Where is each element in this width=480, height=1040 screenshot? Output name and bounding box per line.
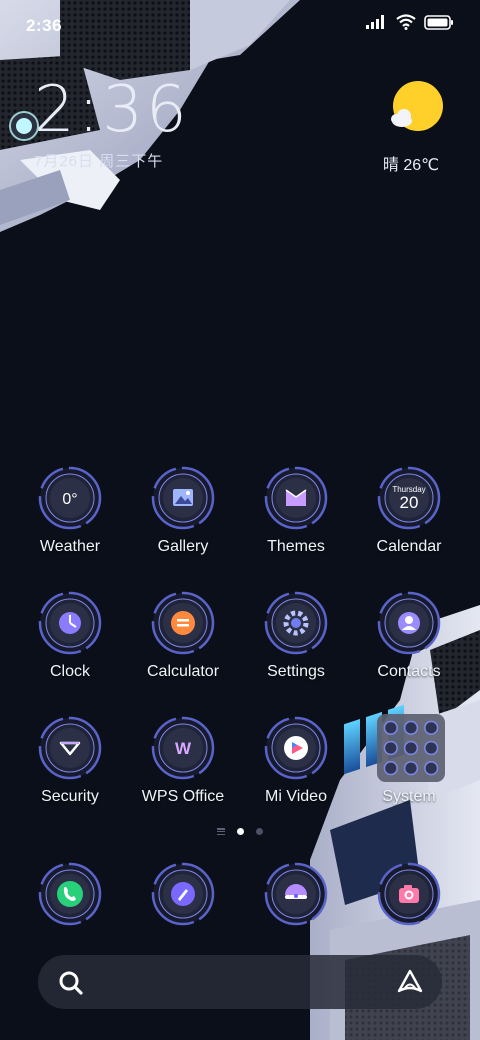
clock-widget-time: 2:36 <box>34 73 190 147</box>
dock-browser[interactable] <box>151 862 215 926</box>
assistant-icon[interactable] <box>396 968 424 996</box>
messages-icon <box>264 862 328 931</box>
weather-widget-text: 晴 26℃ <box>382 157 440 174</box>
search-icon <box>59 971 83 995</box>
svg-text:0°: 0° <box>62 491 77 508</box>
security-icon <box>38 716 102 780</box>
app-calendar[interactable]: Thursday 20 Calendar <box>352 466 466 556</box>
dock-messages[interactable] <box>264 862 328 926</box>
app-label: Settings <box>267 663 325 680</box>
wifi-icon <box>396 14 416 30</box>
app-label: System <box>382 788 436 805</box>
weather-icon: 0° <box>38 466 102 530</box>
calculator-icon <box>151 591 215 655</box>
app-label: Clock <box>49 663 90 680</box>
mi-video-icon <box>264 716 328 780</box>
app-label: WPS Office <box>141 788 225 805</box>
svg-text:W: W <box>175 739 192 758</box>
signal-icon <box>366 15 384 29</box>
app-themes[interactable]: Themes <box>239 466 353 556</box>
clock-widget[interactable]: 2:36 7月26日 周三下午 <box>34 78 190 171</box>
app-system[interactable]: System <box>352 714 466 806</box>
search-bar[interactable] <box>38 955 442 1009</box>
dock-phone[interactable] <box>38 862 102 926</box>
sunny-cloud-icon <box>391 81 443 131</box>
app-clock[interactable]: Clock <box>13 591 127 681</box>
clock-widget-date: 7月26日 周三下午 <box>34 153 164 170</box>
app-label: Calendar <box>376 538 442 555</box>
app-weather[interactable]: 0° Weather <box>13 466 127 556</box>
gallery-icon <box>151 466 215 530</box>
page-dot-active <box>237 828 244 835</box>
phone-icon <box>38 862 102 931</box>
app-label: Themes <box>267 538 325 555</box>
status-time: 2:36 <box>26 16 63 35</box>
app-gallery[interactable]: Gallery <box>126 466 240 556</box>
browser-icon <box>151 862 215 931</box>
settings-icon <box>264 591 328 655</box>
page-indicator[interactable] <box>0 828 480 835</box>
app-calculator[interactable]: Calculator <box>126 591 240 681</box>
dock-camera[interactable] <box>377 862 441 926</box>
battery-icon <box>424 14 453 30</box>
status-icons <box>366 14 454 30</box>
page-dot <box>256 828 263 835</box>
app-security[interactable]: Security <box>13 716 127 806</box>
app-mi-video[interactable]: Mi Video <box>239 716 353 806</box>
calendar-icon: Thursday 20 <box>377 466 441 530</box>
svg-text:20: 20 <box>400 493 419 512</box>
page-list-icon <box>217 828 225 835</box>
app-label: Contacts <box>377 663 441 680</box>
app-settings[interactable]: Settings <box>239 591 353 681</box>
wps-office-icon: W <box>151 716 215 780</box>
status-bar: 2:36 <box>0 0 480 52</box>
system-folder-icon <box>377 714 445 782</box>
app-label: Security <box>41 788 99 805</box>
camera-icon <box>377 862 441 931</box>
app-contacts[interactable]: Contacts <box>352 591 466 681</box>
themes-icon <box>264 466 328 530</box>
app-wps-office[interactable]: W WPS Office <box>126 716 240 806</box>
app-label: Calculator <box>146 663 220 680</box>
contacts-icon <box>377 591 441 655</box>
weather-widget[interactable]: 晴 26℃ <box>383 80 448 175</box>
app-label: Gallery <box>157 538 209 555</box>
clock-icon <box>38 591 102 655</box>
app-label: Mi Video <box>265 788 327 805</box>
app-label: Weather <box>39 538 101 555</box>
